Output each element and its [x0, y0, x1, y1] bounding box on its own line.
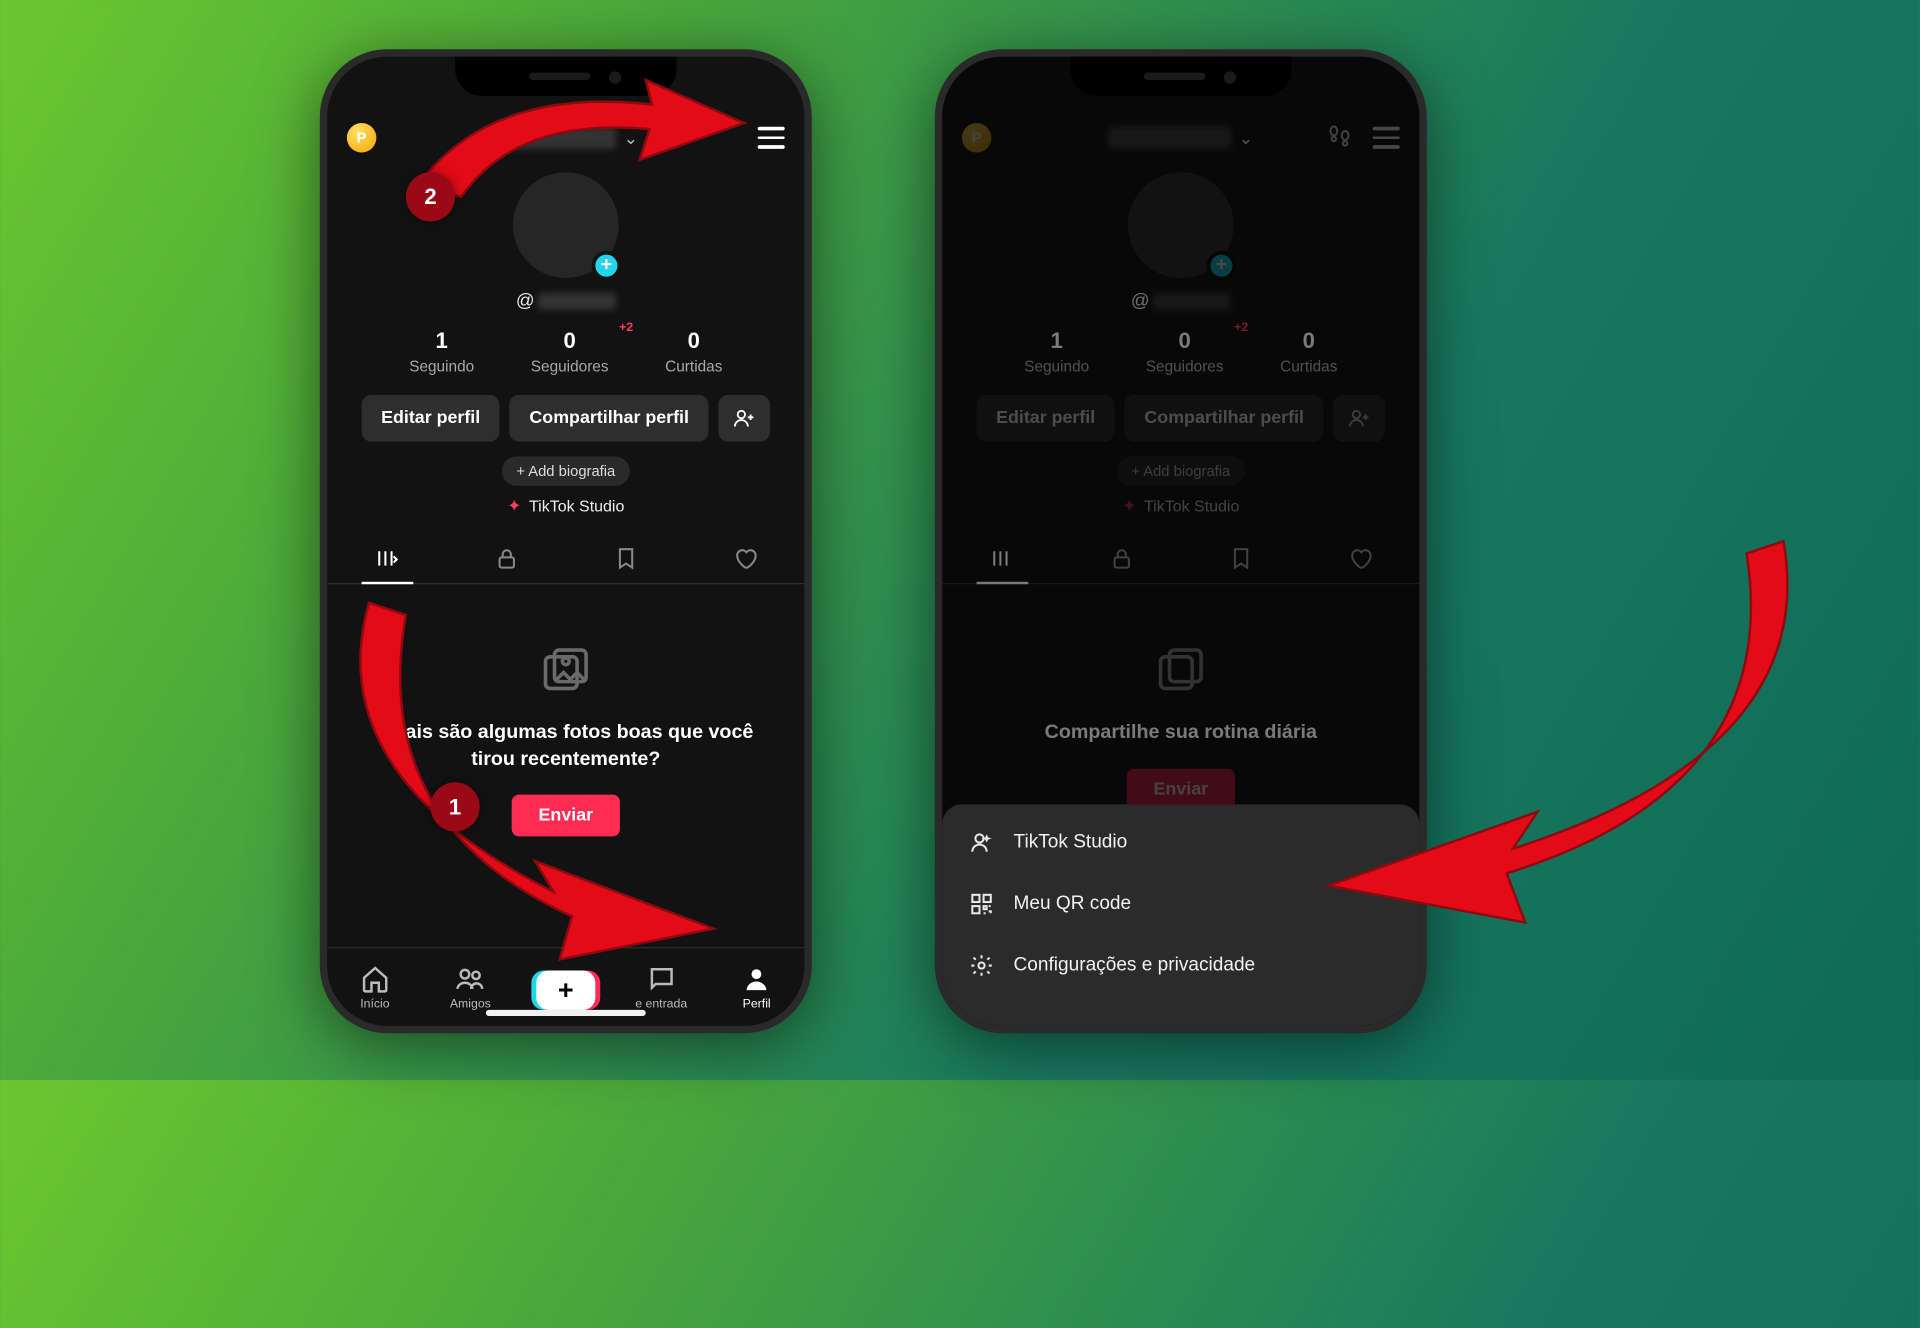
tab-saved[interactable] — [566, 534, 685, 583]
tab-feed[interactable] — [327, 534, 446, 583]
stat-following-value: 1 — [409, 328, 474, 354]
studio-icon: ✦ — [507, 496, 521, 517]
sheet-settings-label: Configurações e privacidade — [1014, 954, 1256, 976]
stat-following[interactable]: 1 Seguindo — [409, 328, 474, 375]
profile-stats: 1 Seguindo 0 +2 Seguidores 0 Curtidas — [327, 328, 804, 375]
stat-likes[interactable]: 0 Curtidas — [665, 328, 722, 375]
nav-profile-label: Perfil — [743, 997, 771, 1011]
share-profile-button[interactable]: Compartilhar perfil — [510, 395, 709, 442]
step-marker-1: 1 — [431, 782, 480, 831]
handle-at: @ — [516, 290, 535, 311]
user-handle: @ — [516, 290, 616, 311]
stat-likes-label: Curtidas — [665, 358, 722, 375]
step-marker-2: 2 — [406, 172, 455, 221]
tiktok-studio-link[interactable]: ✦ TikTok Studio — [507, 496, 624, 517]
create-button-icon: + — [536, 970, 595, 1009]
stat-followers[interactable]: 0 +2 Seguidores — [531, 328, 609, 375]
home-indicator — [486, 1010, 646, 1016]
annotation-arrow-to-profile-tab — [332, 578, 763, 972]
stat-followers-badge: +2 — [619, 321, 633, 335]
edit-profile-button[interactable]: Editar perfil — [361, 395, 499, 442]
stat-followers-value: 0 — [531, 328, 609, 354]
tab-liked[interactable] — [685, 534, 804, 583]
stat-followers-label: Seguidores — [531, 358, 609, 375]
stat-following-label: Seguindo — [409, 358, 474, 375]
nav-friends-label: Amigos — [450, 997, 491, 1011]
add-avatar-icon[interactable]: + — [592, 251, 622, 281]
coin-icon[interactable]: P — [347, 123, 377, 153]
tab-private[interactable] — [446, 534, 565, 583]
add-bio-chip[interactable]: + Add biografia — [502, 456, 630, 486]
stat-likes-value: 0 — [665, 328, 722, 354]
sheet-qr-label: Meu QR code — [1014, 893, 1132, 915]
phone-notch — [1070, 57, 1291, 96]
nav-home-label: Início — [360, 997, 389, 1011]
sheet-studio-label: TikTok Studio — [1014, 831, 1128, 853]
nav-inbox-label: e entrada — [635, 997, 687, 1011]
annotation-arrow-to-settings — [1292, 529, 1809, 947]
studio-link-label: TikTok Studio — [529, 497, 624, 515]
blurred-handle — [537, 292, 616, 309]
add-friend-button[interactable] — [718, 395, 770, 442]
profile-tabs — [327, 534, 804, 584]
